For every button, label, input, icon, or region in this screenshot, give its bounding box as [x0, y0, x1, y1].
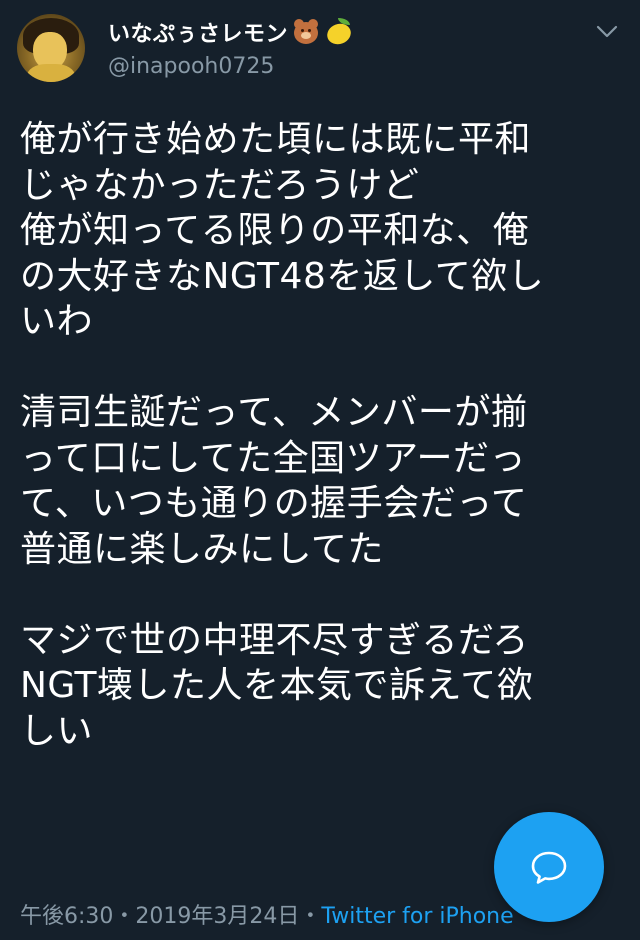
bear-face-icon — [291, 17, 321, 47]
tweet-line: いわ — [20, 301, 94, 342]
name-row[interactable]: いなぷぅさレモン — [108, 14, 354, 50]
tweet-line: 俺が知ってる限りの平和な、俺 — [20, 210, 530, 251]
tweet-line: NGT壊した人を本気で訴えて欲 — [20, 665, 534, 706]
tweet-line: じゃなかっただろうけど — [20, 164, 420, 206]
reply-bubble-icon — [531, 851, 567, 884]
tweet-line: 普通に楽しみにしてた — [20, 528, 384, 570]
tweet-line: しい — [20, 710, 94, 752]
tweet-time: 午後6:30 — [20, 904, 114, 929]
lemon-icon — [324, 17, 354, 48]
tweet-metadata: 午後6:30・2019年3月24日・Twitter for iPhone — [20, 898, 514, 930]
meta-separator: ・ — [113, 904, 136, 929]
user-handle[interactable]: @inapooh0725 — [108, 54, 274, 79]
reply-button[interactable] — [494, 812, 604, 922]
tweet-line: って口にしてた全国ツアーだっ — [20, 437, 526, 479]
tweet-header: いなぷぅさレモン @inapooh0725 — [0, 0, 640, 96]
avatar[interactable] — [17, 14, 85, 82]
tweet-line: 俺が行き始めた頃には既に平和 — [20, 119, 532, 160]
tweet-line: マジで世の中理不尽すぎるだろ — [20, 619, 529, 661]
tweet-line: て、いつも通りの握手会だって — [20, 483, 528, 524]
tweet-body: 俺が行き始めた頃には既に平和 じゃなかっただろうけど 俺が知ってる限りの平和な、俺の… — [20, 117, 620, 754]
display-name[interactable]: いなぷぅさレモン — [108, 16, 288, 48]
tweet-source[interactable]: Twitter for iPhone — [321, 904, 513, 929]
tweet-detail-screen: いなぷぅさレモン @inapooh0725 俺が行き始めた頃には既に平和 じゃなか… — [0, 0, 640, 940]
tweet-date: 2019年3月24日 — [135, 904, 300, 929]
meta-separator: ・ — [299, 904, 322, 929]
tweet-line: の大好きなNGT48を返して欲し — [20, 255, 545, 297]
tweet-line: 清司生誕だって、メンバーが揃 — [20, 392, 528, 433]
chevron-down-icon[interactable] — [594, 18, 620, 44]
